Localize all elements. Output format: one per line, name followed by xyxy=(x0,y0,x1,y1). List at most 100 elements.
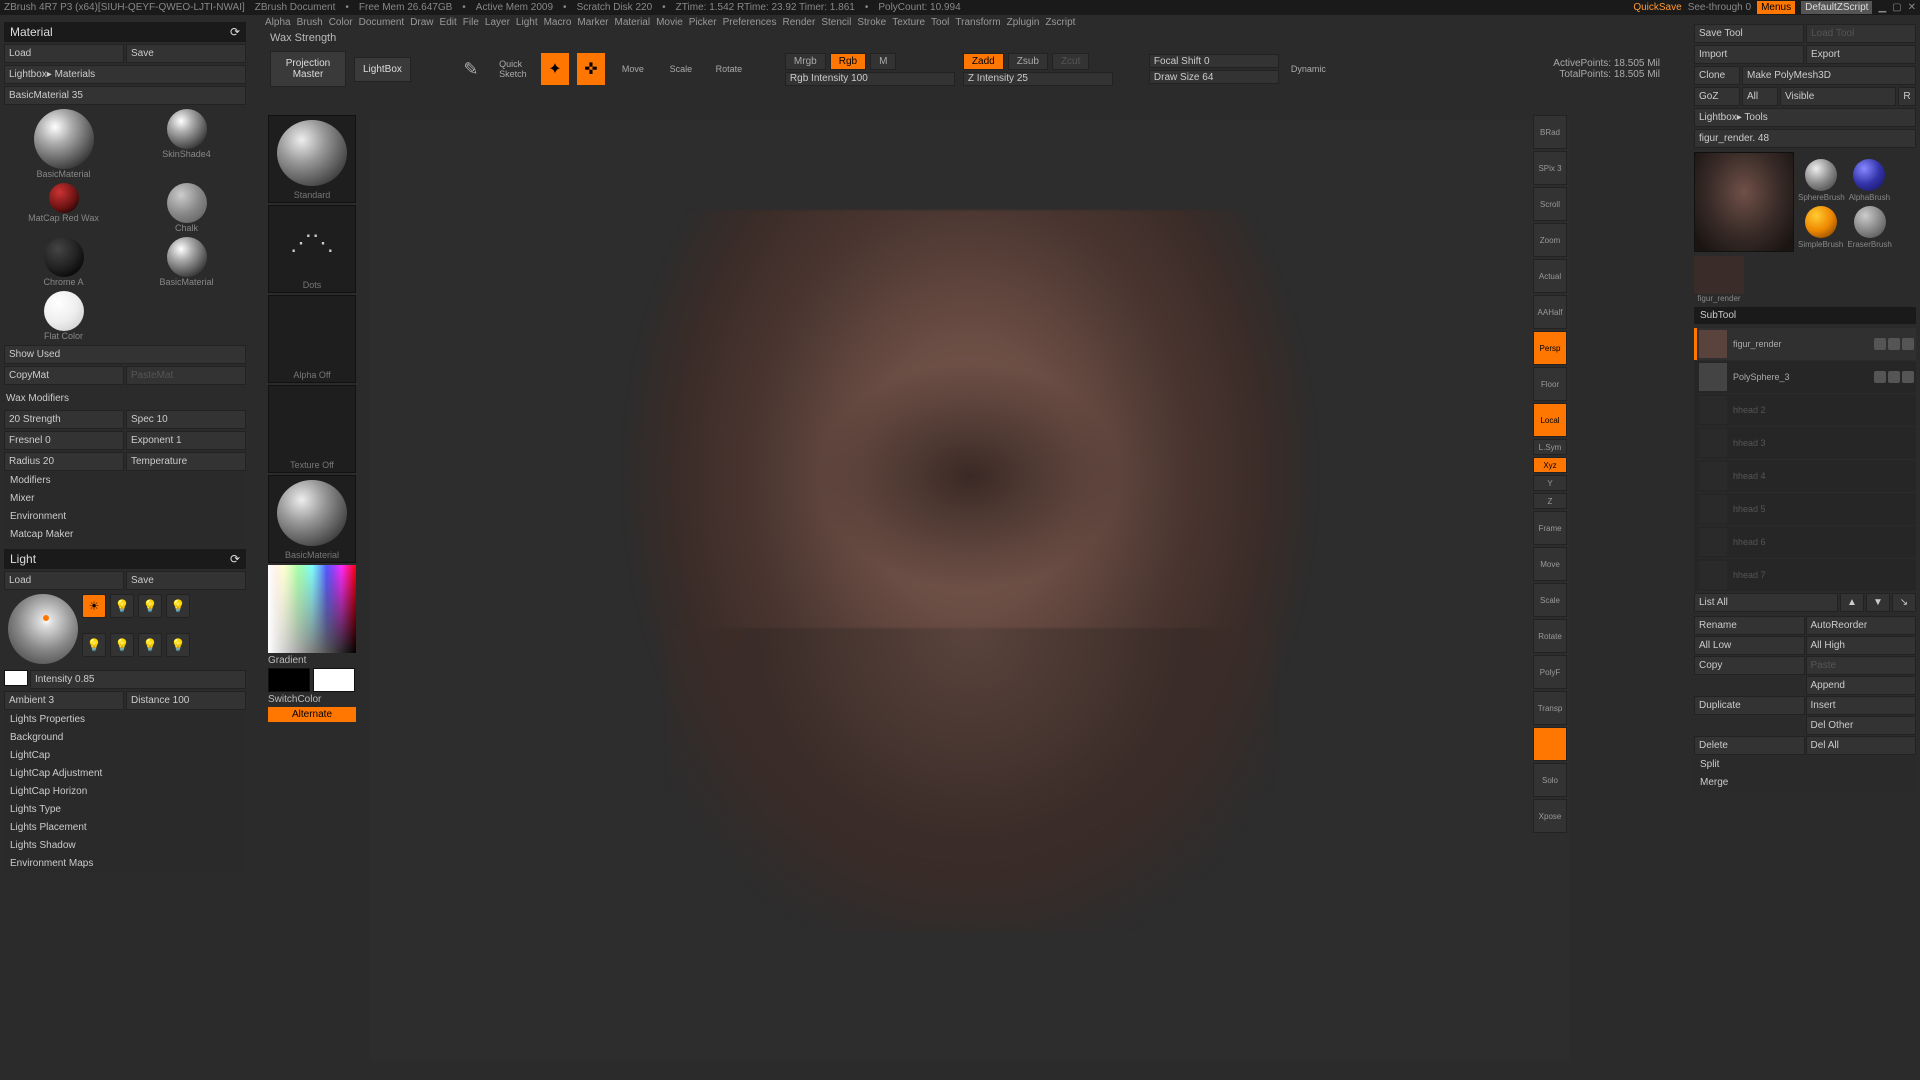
light-palette-header[interactable]: Light ⟳ xyxy=(4,549,246,569)
light-5-toggle[interactable]: 💡 xyxy=(82,633,106,657)
draw-size-slider[interactable]: Draw Size 64 xyxy=(1149,70,1279,84)
menu-item[interactable]: Brush xyxy=(297,17,323,28)
lightcap-section[interactable]: LightCap xyxy=(4,747,246,764)
secondary-color-swatch[interactable] xyxy=(268,668,310,692)
dynamic-toggle[interactable]: Dynamic xyxy=(1287,62,1330,76)
current-tool-preview[interactable] xyxy=(1694,152,1794,252)
material-thumb[interactable]: Flat Color xyxy=(4,291,123,341)
lights-properties-section[interactable]: Lights Properties xyxy=(4,711,246,728)
ambient-slider[interactable]: Ambient 3 xyxy=(4,691,124,710)
switch-color-button[interactable]: SwitchColor xyxy=(268,694,360,705)
eye-icon[interactable] xyxy=(1874,338,1886,350)
edit-mode-button[interactable]: ✦ xyxy=(541,53,569,85)
menu-item[interactable]: Render xyxy=(783,17,816,28)
quick-sketch-button[interactable]: ✎ xyxy=(457,53,485,85)
z-button[interactable]: Z xyxy=(1533,493,1567,509)
menu-item[interactable]: Texture xyxy=(892,17,925,28)
material-thumb[interactable]: BasicMaterial xyxy=(127,237,246,287)
move-down-button[interactable]: ▼ xyxy=(1866,593,1890,612)
light-6-toggle[interactable]: 💡 xyxy=(110,633,134,657)
zsub-button[interactable]: Zsub xyxy=(1008,53,1048,70)
window-close-icon[interactable]: ✕ xyxy=(1908,2,1916,13)
light-direction-sphere[interactable] xyxy=(8,594,78,664)
material-thumb[interactable]: Chrome A xyxy=(4,237,123,287)
stroke-preview[interactable]: ⋰⋱ Dots xyxy=(268,205,356,293)
menu-item[interactable]: Light xyxy=(516,17,538,28)
window-max-icon[interactable]: ▢ xyxy=(1892,2,1901,13)
zadd-button[interactable]: Zadd xyxy=(963,53,1004,70)
canvas-viewport[interactable] xyxy=(370,120,1570,1060)
zcut-button[interactable]: Zcut xyxy=(1052,53,1089,70)
copy-button[interactable]: Copy xyxy=(1694,656,1805,675)
del-other-button[interactable]: Del Other xyxy=(1806,716,1917,735)
distance-slider[interactable]: Distance 100 xyxy=(126,691,246,710)
environment-maps-section[interactable]: Environment Maps xyxy=(4,855,246,872)
background-section[interactable]: Background xyxy=(4,729,246,746)
show-used-button[interactable]: Show Used xyxy=(4,345,246,364)
scale-mode-button[interactable]: Scale xyxy=(661,62,701,76)
menus-button[interactable]: Menus xyxy=(1757,1,1795,14)
draw-mode-button[interactable]: ✜ xyxy=(577,53,605,85)
lightcap-horizon-section[interactable]: LightCap Horizon xyxy=(4,783,246,800)
tool-thumb[interactable]: SimpleBrush xyxy=(1798,206,1843,249)
goz-button[interactable]: GoZ xyxy=(1694,87,1740,106)
subtool-item[interactable]: hhead 6 xyxy=(1694,526,1916,558)
aahalf-button[interactable]: AAHalf xyxy=(1533,295,1567,329)
y-button[interactable]: Y xyxy=(1533,475,1567,491)
modifiers-section[interactable]: Modifiers xyxy=(4,472,246,489)
menu-item[interactable]: Movie xyxy=(656,17,683,28)
lights-shadow-section[interactable]: Lights Shadow xyxy=(4,837,246,854)
gradient-label[interactable]: Gradient xyxy=(268,655,360,666)
z-intensity-slider[interactable]: Z Intensity 25 xyxy=(963,72,1113,86)
frame-button[interactable]: Frame xyxy=(1533,511,1567,545)
zoom-button[interactable]: Zoom xyxy=(1533,223,1567,257)
delete-button[interactable]: Delete xyxy=(1694,736,1805,755)
menu-item[interactable]: Macro xyxy=(544,17,572,28)
rgb-intensity-slider[interactable]: Rgb Intensity 100 xyxy=(785,72,955,86)
solo-button[interactable]: Solo xyxy=(1533,763,1567,797)
mrgb-button[interactable]: Mrgb xyxy=(785,53,826,70)
move-mode-button[interactable]: Move xyxy=(613,62,653,76)
rotate-mode-button[interactable]: Rotate xyxy=(709,62,749,76)
insert-button[interactable]: Insert xyxy=(1806,696,1917,715)
menu-item[interactable]: Stroke xyxy=(857,17,886,28)
menu-item[interactable]: File xyxy=(463,17,479,28)
mixer-section[interactable]: Mixer xyxy=(4,490,246,507)
light-color-swatch[interactable] xyxy=(4,670,28,686)
material-slot-slider[interactable]: BasicMaterial 35 xyxy=(4,86,246,105)
refresh-icon[interactable]: ⟳ xyxy=(230,552,240,566)
menu-item[interactable]: Tool xyxy=(931,17,949,28)
menu-item[interactable]: Zplugin xyxy=(1007,17,1040,28)
goz-all-button[interactable]: All xyxy=(1742,87,1778,106)
xpose-button[interactable]: Xpose xyxy=(1533,799,1567,833)
material-thumb[interactable]: Chalk xyxy=(127,183,246,233)
import-button[interactable]: Import xyxy=(1694,45,1804,64)
paint-icon[interactable] xyxy=(1888,338,1900,350)
lights-placement-section[interactable]: Lights Placement xyxy=(4,819,246,836)
wax-modifiers-header[interactable]: Wax Modifiers xyxy=(4,389,246,408)
light-3-toggle[interactable]: 💡 xyxy=(138,594,162,618)
lightbox-button[interactable]: LightBox xyxy=(354,57,411,82)
rgb-button[interactable]: Rgb xyxy=(830,53,866,70)
wax-strength-slider[interactable]: 20 Strength xyxy=(4,410,124,429)
matcap-maker-section[interactable]: Matcap Maker xyxy=(4,526,246,543)
tool-name-field[interactable]: figur_render. 48 xyxy=(1694,129,1916,148)
default-zscript-button[interactable]: DefaultZScript xyxy=(1801,1,1872,14)
window-min-icon[interactable]: ▁ xyxy=(1878,2,1886,13)
color-picker[interactable] xyxy=(268,565,356,653)
load-light-button[interactable]: Load xyxy=(4,571,124,590)
material-thumb[interactable]: MatCap Red Wax xyxy=(4,183,123,233)
lightbox-materials-button[interactable]: Lightbox▸ Materials xyxy=(4,65,246,84)
lightbox-tools-button[interactable]: Lightbox▸ Tools xyxy=(1694,108,1916,127)
goz-visible-button[interactable]: Visible xyxy=(1780,87,1896,106)
environment-section[interactable]: Environment xyxy=(4,508,246,525)
clone-button[interactable]: Clone xyxy=(1694,66,1740,85)
local-button[interactable]: Local xyxy=(1533,403,1567,437)
texture-preview[interactable]: Texture Off xyxy=(268,385,356,473)
exponent-slider[interactable]: Exponent 1 xyxy=(126,431,246,450)
list-all-button[interactable]: List All xyxy=(1694,593,1838,612)
xyz-button[interactable]: Xyz xyxy=(1533,457,1567,473)
subtool-header[interactable]: SubTool xyxy=(1694,307,1916,324)
r-button[interactable]: R xyxy=(1898,87,1916,106)
menu-item[interactable]: Color xyxy=(329,17,353,28)
